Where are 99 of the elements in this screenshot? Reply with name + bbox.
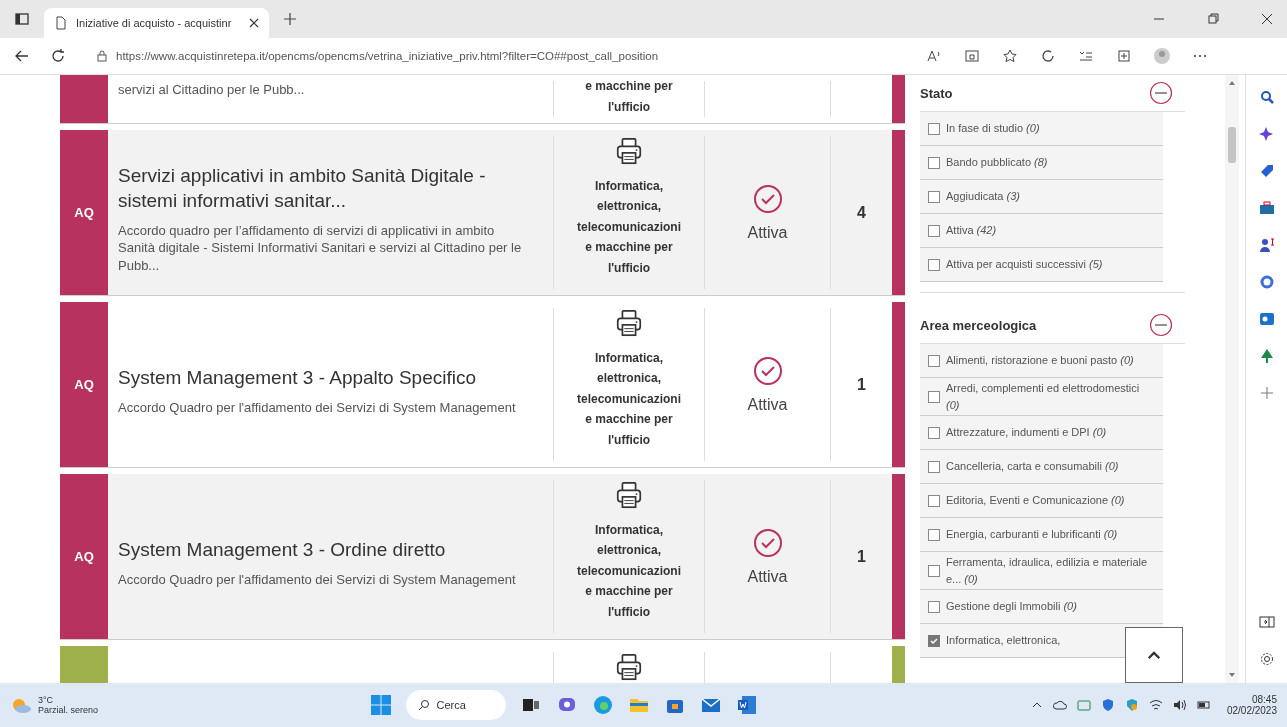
tab-title: Iniziative di acquisto - acquistinr — [76, 17, 233, 29]
result-title[interactable]: System Management 3 - Ordine diretto — [118, 538, 523, 564]
result-card[interactable]: AQ System Management 3 - Ordine diretto Accordo Quadro per l'affidamento dei Servizi di System Management Informatica, elettronica, telecomunicazioni e macchine per l'ufficio Attiva 1 — [60, 474, 905, 640]
tree-icon[interactable] — [1258, 348, 1275, 364]
checkbox[interactable] — [928, 528, 940, 541]
checkbox[interactable] — [928, 600, 940, 613]
wifi-icon[interactable] — [1148, 698, 1163, 712]
battery-icon[interactable] — [1196, 698, 1211, 712]
browser-tab[interactable]: Iniziative di acquisto - acquistinr — [44, 8, 269, 38]
printer-icon — [614, 136, 644, 166]
search-icon[interactable] — [1258, 89, 1275, 105]
scrollbar-thumb[interactable] — [1228, 127, 1236, 163]
result-title[interactable]: System Management 3 - Appalto Specifico — [118, 366, 523, 392]
collapse-icon[interactable] — [1149, 313, 1173, 337]
browser-icon[interactable] — [592, 694, 615, 716]
page-icon — [54, 16, 68, 30]
checkbox[interactable] — [928, 634, 940, 647]
new-tab-icon[interactable] — [283, 12, 297, 26]
count-value: 1 — [857, 547, 866, 566]
checkbox[interactable] — [928, 426, 940, 439]
profile-avatar-icon[interactable] — [1154, 48, 1170, 64]
close-icon[interactable] — [1261, 13, 1273, 25]
checkbox[interactable] — [928, 156, 940, 169]
mail-icon[interactable] — [1258, 311, 1275, 327]
tab-actions-icon[interactable] — [14, 11, 30, 27]
favorite-icon[interactable] — [1002, 48, 1018, 64]
volume-icon[interactable] — [1172, 698, 1187, 712]
count-value: 4 — [857, 203, 866, 222]
scroll-down-icon[interactable] — [1228, 671, 1236, 679]
scrollbar[interactable] — [1225, 75, 1239, 683]
refresh-icon[interactable] — [50, 48, 66, 64]
category-label: e macchine per l'ufficio — [584, 78, 674, 116]
result-card[interactable] — [60, 130, 905, 296]
count-value: 1 — [857, 375, 866, 394]
result-description: Accordo Quadro per l'affidamento dei Servizi di System Management — [118, 399, 517, 417]
result-description: Accordo quadro per l’affidamento di servizi di applicativi in ambito Sanità digitale - Sistemi Informativi Sanitari e servizi al Cittadino per le Pubb... — [118, 221, 523, 275]
status-label: Attiva — [747, 223, 788, 242]
weather-label: Parzial. sereno — [38, 705, 99, 715]
filter-section-title: Area merceologica — [920, 317, 1037, 333]
check-circle-icon — [752, 355, 783, 386]
clock-date[interactable]: 02/02/2023 — [1226, 705, 1277, 716]
category-label: Informatica, elettronica, telecomunicazioni e macchine per l'ufficio — [576, 350, 682, 449]
type-badge: AQ — [60, 302, 108, 467]
collections-icon[interactable] — [1116, 48, 1132, 64]
document-app-icon[interactable] — [736, 694, 759, 716]
category-label: Informatica, elettronica, telecomunicazioni e macchine per l'ufficio — [576, 522, 682, 621]
checkbox[interactable] — [928, 190, 940, 203]
filter-option-label[interactable]: In fase di studio (0) — [946, 120, 1040, 137]
check-circle-icon — [752, 527, 783, 558]
sparkle-icon[interactable] — [1258, 126, 1275, 142]
close-icon[interactable] — [249, 18, 259, 28]
sidebar-panel-icon[interactable] — [1258, 614, 1275, 630]
result-description: Accordo Quadro per l'affidamento dei Servizi di System Management — [118, 571, 517, 589]
check-circle-icon — [752, 183, 783, 214]
filter-section-title: Stato — [920, 85, 953, 101]
result-description: servizi al Cittadino per le Pubb... — [118, 81, 306, 99]
checkbox[interactable] — [928, 122, 940, 135]
lock-icon — [96, 50, 108, 62]
checkbox[interactable] — [928, 564, 940, 577]
checkbox[interactable] — [928, 460, 940, 473]
briefcase-icon[interactable] — [1258, 200, 1275, 216]
collapse-icon[interactable] — [1149, 81, 1173, 105]
filter-option-label[interactable]: Aggiudicata (3) — [946, 188, 1020, 205]
search-icon — [418, 699, 431, 711]
temperature-label: 3°C — [38, 695, 55, 705]
checkbox[interactable] — [928, 354, 940, 367]
color-strip — [892, 75, 905, 123]
app-icon[interactable] — [964, 48, 980, 64]
security-icon[interactable] — [1124, 698, 1139, 712]
filter-option-label[interactable]: Attiva (42) — [946, 222, 997, 239]
start-icon[interactable] — [370, 694, 393, 716]
chevron-up-icon — [1147, 650, 1161, 660]
back-to-top-button[interactable] — [1125, 627, 1183, 683]
printer-icon — [614, 480, 644, 510]
checkbox[interactable] — [928, 390, 940, 403]
result-card[interactable]: AQ System Management 3 - Appalto Specifico Accordo Quadro per l'affidamento dei Servizi di System Management Informatica, elettronica, telecomunicazioni e macchine per l'ufficio Attiva 1 — [60, 302, 905, 468]
clock-time[interactable]: 08:45 — [1251, 694, 1277, 705]
person-icon[interactable] — [1258, 237, 1275, 253]
scroll-up-icon[interactable] — [1228, 79, 1236, 87]
taskbar-search-field[interactable]: Cerca — [406, 690, 507, 720]
type-badge: AQ — [60, 130, 108, 295]
result-title[interactable]: Servizi applicativi in ambito Sanità Digitale - sistemi informativi sanitar... — [118, 164, 523, 214]
status-label: Attiva — [747, 395, 788, 414]
settings-icon[interactable] — [1258, 651, 1275, 667]
back-icon[interactable] — [14, 48, 30, 64]
checkbox[interactable] — [928, 224, 940, 237]
restore-icon[interactable] — [1207, 13, 1219, 25]
status-label: Attiva — [747, 567, 788, 586]
checkbox[interactable] — [928, 258, 940, 271]
circle-icon[interactable] — [1258, 274, 1275, 290]
checkbox[interactable] — [928, 494, 940, 507]
category-label: Informatica, elettronica, telecomunicazioni e macchine per l'ufficio — [576, 178, 682, 277]
shield-icon[interactable] — [1100, 698, 1115, 712]
printer-icon — [614, 308, 644, 338]
cloud-icon[interactable] — [1052, 698, 1067, 712]
printer-icon — [614, 652, 644, 682]
type-badge: AQ — [60, 474, 108, 639]
read-aloud-icon[interactable] — [926, 48, 942, 64]
result-card[interactable]: servizi al Cittadino per le Pubb... e macchine per l'ufficio — [60, 75, 905, 124]
